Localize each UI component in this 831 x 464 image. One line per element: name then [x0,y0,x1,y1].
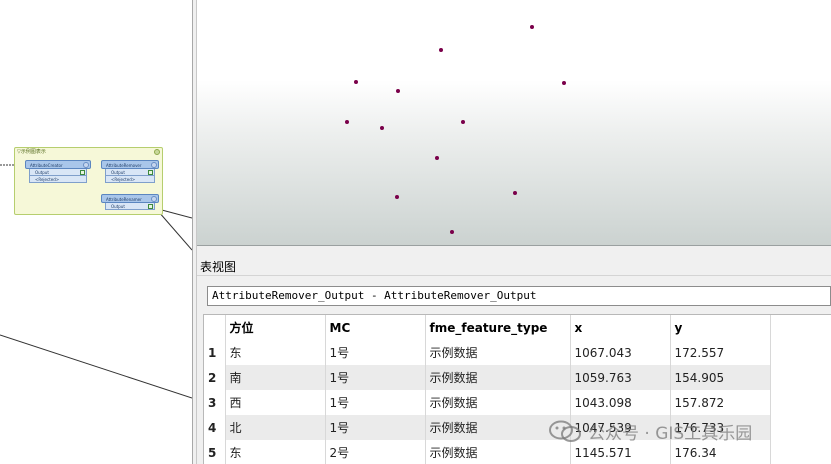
row-number[interactable]: 2 [204,365,226,390]
gear-icon[interactable] [151,162,157,168]
point-feature[interactable] [562,81,566,85]
row-number[interactable]: 3 [204,390,226,415]
output-port[interactable]: Output [105,169,155,176]
output-port[interactable]: Output [105,203,155,210]
cell-mc[interactable]: 1号 [325,340,426,365]
table-row[interactable]: 1 东 1号 示例数据 1067.043 172.557 [204,340,771,365]
cell-x[interactable]: 1059.763 [570,365,671,390]
bookmark-collapse-icon[interactable] [154,149,160,155]
bookmark[interactable]: ▽示例图表示 AttributeCreator Output <Rejected… [14,147,163,215]
horizontal-splitter[interactable] [197,246,831,256]
table-row[interactable]: 2 南 1号 示例数据 1059.763 154.905 [204,365,771,390]
transformer-name: AttributeCreator [30,163,63,168]
point-feature[interactable] [439,48,443,52]
cell-x[interactable]: 1067.043 [570,340,671,365]
row-number[interactable]: 5 [204,440,226,464]
transformer-header[interactable]: AttributeCreator [25,160,91,169]
rejected-port[interactable]: <Rejected> [29,176,87,183]
bookmark-title: ▽示例图表示 [17,149,46,155]
row-number[interactable]: 1 [204,340,226,365]
cell-fangwei[interactable]: 北 [225,415,326,440]
watermark: 公众号 · GIS工具乐园 [548,418,752,444]
table-header-row: 方位 MC fme_feature_type x y [204,315,771,340]
gear-icon[interactable] [151,196,157,202]
cell-y[interactable]: 157.872 [670,390,771,415]
cell-mc[interactable]: 1号 [325,365,426,390]
port-label: Output [35,170,49,175]
graphics-view[interactable] [197,0,831,246]
point-feature[interactable] [395,195,399,199]
corner-cell[interactable] [204,315,226,340]
port-label: Output [111,204,125,209]
column-header-fangwei[interactable]: 方位 [225,315,326,340]
link-to-table [0,334,192,399]
cell-fangwei[interactable]: 东 [225,440,326,464]
point-feature[interactable] [450,230,454,234]
column-header-x[interactable]: x [570,315,671,340]
port-label: <Rejected> [35,177,60,182]
cell-mc[interactable]: 1号 [325,415,426,440]
point-feature[interactable] [513,191,517,195]
cell-y[interactable]: 154.905 [670,365,771,390]
point-feature[interactable] [530,25,534,29]
column-header-fme-feature-type[interactable]: fme_feature_type [425,315,571,340]
port-label: <Rejected> [111,177,136,182]
cell-feature-type[interactable]: 示例数据 [425,365,571,390]
cell-mc[interactable]: 2号 [325,440,426,464]
table-row[interactable]: 3 西 1号 示例数据 1043.098 157.872 [204,390,771,415]
cell-fangwei[interactable]: 东 [225,340,326,365]
column-header-y[interactable]: y [670,315,771,340]
transformer-name: AttributeRenamer [106,197,142,202]
row-number[interactable]: 4 [204,415,226,440]
transformer-header[interactable]: AttributeRemover [101,160,159,169]
cell-feature-type[interactable]: 示例数据 [425,390,571,415]
transformer-name: AttributeRemover [106,163,142,168]
connection-lines [0,164,192,399]
point-feature[interactable] [435,156,439,160]
transformer-attributerenamer[interactable]: AttributeRenamer Output [101,194,159,210]
workspace-canvas[interactable]: ▽示例图表示 AttributeCreator Output <Rejected… [0,0,192,464]
port-label: Output [111,170,125,175]
gear-icon[interactable] [83,162,89,168]
cell-mc[interactable]: 1号 [325,390,426,415]
wechat-logo-icon [549,420,581,442]
point-feature[interactable] [345,120,349,124]
cell-fangwei[interactable]: 南 [225,365,326,390]
point-layer [345,25,566,234]
point-feature[interactable] [461,120,465,124]
cell-fangwei[interactable]: 西 [225,390,326,415]
watermark-text: 公众号 · GIS工具乐园 [588,423,753,444]
output-port[interactable]: Output [29,169,87,176]
dataset-selector[interactable]: AttributeRemover_Output - AttributeRemov… [207,286,831,306]
point-feature[interactable] [396,89,400,93]
cell-x[interactable]: 1043.098 [570,390,671,415]
transformer-header[interactable]: AttributeRenamer [101,194,159,203]
transformer-attributeremover[interactable]: AttributeRemover Output <Rejected> [101,160,159,183]
cell-y[interactable]: 172.557 [670,340,771,365]
point-feature[interactable] [354,80,358,84]
inspect-icon[interactable] [148,170,153,175]
point-feature[interactable] [380,126,384,130]
inspect-icon[interactable] [80,170,85,175]
inspect-icon[interactable] [148,204,153,209]
table-view-title: 表视图 [200,260,237,274]
transformer-attributecreator[interactable]: AttributeCreator Output <Rejected> [25,160,91,183]
column-header-mc[interactable]: MC [325,315,426,340]
table-view-titlebar [197,256,831,276]
cell-feature-type[interactable]: 示例数据 [425,340,571,365]
rejected-port[interactable]: <Rejected> [105,176,155,183]
